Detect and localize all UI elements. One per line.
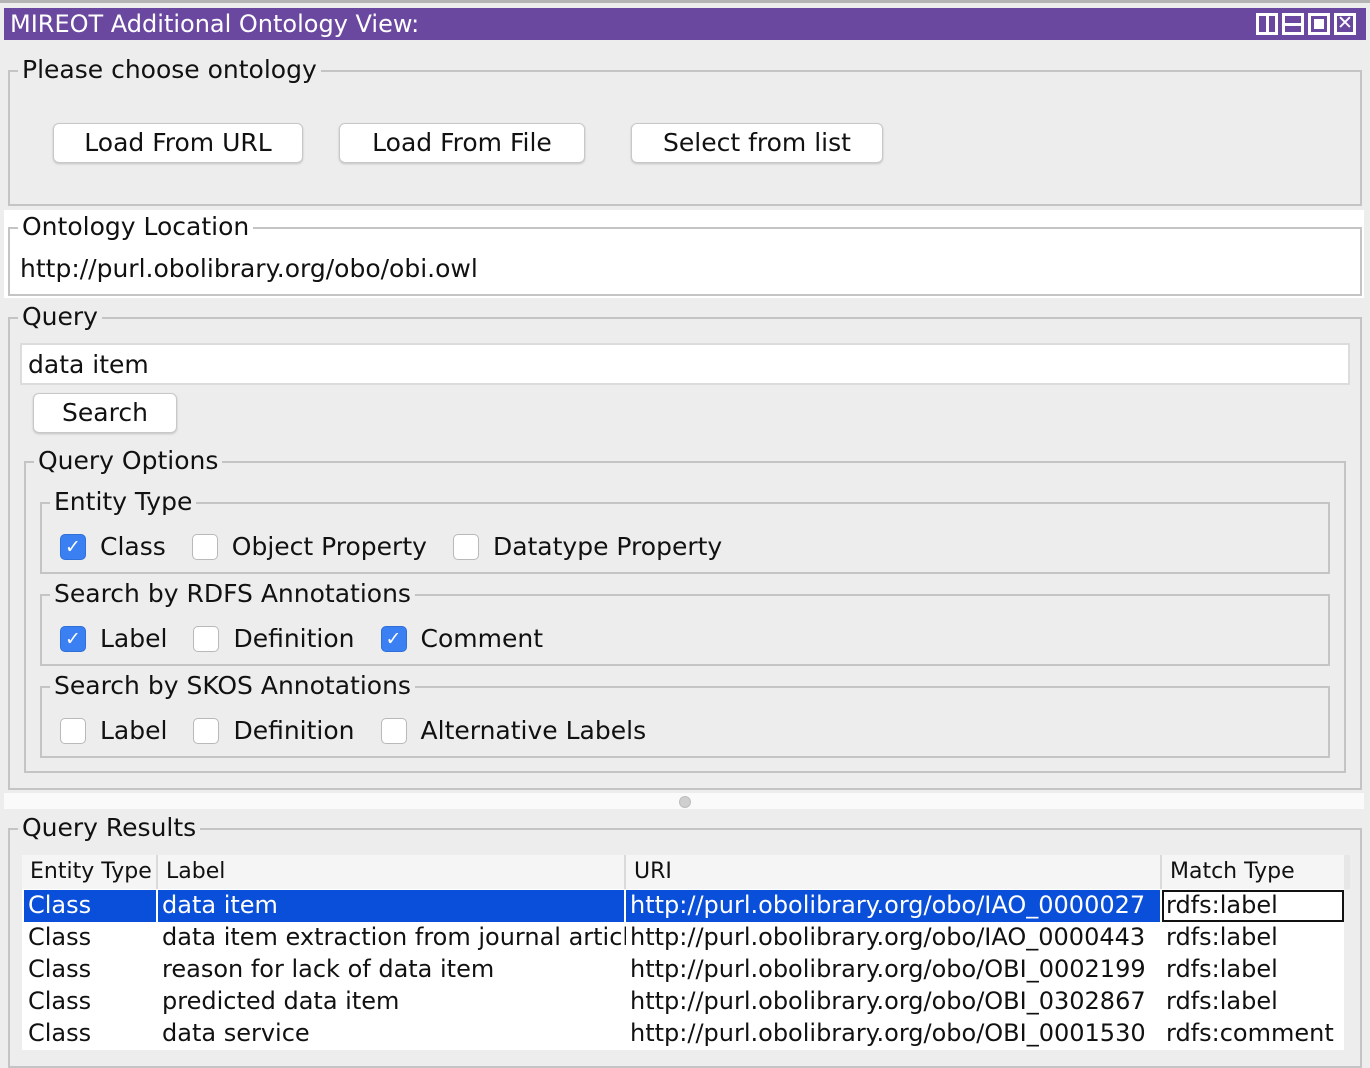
checkbox-label: Definition [233,624,355,653]
column-header-match-type[interactable]: Match Type [1162,855,1344,889]
load-from-url-button[interactable]: Load From URL [53,123,303,163]
search-button[interactable]: Search [33,393,177,433]
checkbox-label: Definition [233,716,355,745]
table-row[interactable]: Class data item extraction from journal a… [22,922,1344,954]
entity-type-datatype-property-checkbox[interactable]: Datatype Property [452,530,723,564]
rdfs-comment-checkbox[interactable]: Comment [380,622,544,656]
query-input[interactable] [20,343,1350,385]
close-icon[interactable]: ✕ [1334,13,1356,35]
maximize-icon[interactable] [1308,13,1330,35]
cell-uri[interactable]: http://purl.obolibrary.org/obo/OBI_00021… [626,954,1162,986]
choose-ontology-title: Please choose ontology [18,54,321,86]
query-options-title: Query Options [34,445,223,477]
checkbox-label: Object Property [231,532,427,561]
split-pane-divider[interactable] [4,793,1364,809]
query-results-title: Query Results [18,812,201,844]
window-top-border [0,0,1370,3]
table-row[interactable]: Class predicted data item http://purl.obol… [22,986,1344,1018]
checkbox-icon[interactable] [380,718,407,744]
cell-entity-type[interactable]: Class [24,986,158,1018]
cell-match-type[interactable]: rdfs:label [1162,922,1344,954]
skos-annotations-title: Search by SKOS Annotations [50,670,415,702]
entity-type-object-property-checkbox[interactable]: Object Property [191,530,427,564]
checkbox-icon[interactable] [60,534,86,560]
table-row[interactable]: Class data item http://purl.obolibrary.org… [22,890,1344,922]
cell-entity-type[interactable]: Class [24,890,158,922]
rdfs-label-checkbox[interactable]: Label [60,622,167,656]
rdfs-definition-checkbox[interactable]: Definition [193,622,355,656]
skos-definition-checkbox[interactable]: Definition [193,714,355,748]
query-title: Query [18,301,102,333]
checkbox-label: Alternative Labels [420,716,647,745]
entity-type-class-checkbox[interactable]: Class [60,530,166,564]
splitter-handle-icon[interactable] [679,796,691,808]
cell-label[interactable]: reason for lack of data item [158,954,626,986]
table-row[interactable]: Class data service http://purl.obolibrary.… [22,1018,1344,1050]
table-row[interactable]: Class reason for lack of data item http://… [22,954,1344,986]
checkbox-label: Datatype Property [492,532,723,561]
split-vertical-icon[interactable] [1256,13,1278,35]
skos-alternative-labels-checkbox[interactable]: Alternative Labels [380,714,647,748]
checkbox-icon[interactable] [193,718,220,744]
skos-options: Label Definition Alternative Labels [60,714,672,748]
column-header-entity-type[interactable]: Entity Type [22,855,158,889]
checkbox-label: Comment [420,624,544,653]
checkbox-label: Label [100,624,168,653]
column-separator [1160,890,1162,922]
checkbox-icon[interactable] [191,534,218,560]
cell-label[interactable]: data item [158,890,626,922]
view-title: MIREOT Additional Ontology View: [10,10,420,38]
results-table-header: Entity Type Label URI Match Type [22,855,1344,889]
cell-uri[interactable]: http://purl.obolibrary.org/obo/IAO_00000… [626,890,1162,922]
cell-label[interactable]: predicted data item [158,986,626,1018]
cell-uri[interactable]: http://purl.obolibrary.org/obo/OBI_03028… [626,986,1162,1018]
cell-match-type[interactable]: rdfs:label [1162,954,1344,986]
checkbox-label: Label [100,716,168,745]
view-controls: ✕ [1256,13,1356,35]
split-horizontal-icon[interactable] [1282,13,1304,35]
rdfs-options: Label Definition Comment [60,622,569,656]
checkbox-icon[interactable] [380,626,407,652]
cell-label[interactable]: data service [158,1018,626,1050]
load-from-file-button[interactable]: Load From File [339,123,585,163]
checkbox-icon[interactable] [60,626,86,652]
column-header-uri[interactable]: URI [626,855,1162,889]
checkbox-icon[interactable] [452,534,479,560]
cell-uri[interactable]: http://purl.obolibrary.org/obo/OBI_00015… [626,1018,1162,1050]
table-scrollbar[interactable] [1344,855,1350,889]
cell-entity-type[interactable]: Class [24,922,158,954]
checkbox-icon[interactable] [193,626,220,652]
checkbox-label: Class [100,532,166,561]
entity-type-options: Class Object Property Datatype Property [60,530,748,564]
results-table: Entity Type Label URI Match Type Class da… [22,855,1344,1050]
ontology-location-value: http://purl.obolibrary.org/obo/obi.owl [20,254,478,283]
skos-label-checkbox[interactable]: Label [60,714,167,748]
view-titlebar: MIREOT Additional Ontology View: ✕ [4,8,1366,40]
cell-entity-type[interactable]: Class [24,954,158,986]
cell-match-type[interactable]: rdfs:comment [1162,1018,1344,1050]
cell-entity-type[interactable]: Class [24,1018,158,1050]
cell-label[interactable]: data item extraction from journal articl… [158,922,626,954]
column-header-label[interactable]: Label [158,855,626,889]
cell-uri[interactable]: http://purl.obolibrary.org/obo/IAO_00004… [626,922,1162,954]
select-from-list-button[interactable]: Select from list [631,123,883,163]
column-separator [624,890,626,922]
cell-match-type[interactable]: rdfs:label [1162,890,1344,922]
rdfs-annotations-title: Search by RDFS Annotations [50,578,415,610]
checkbox-icon[interactable] [60,718,86,744]
column-separator [156,890,158,922]
ontology-location-title: Ontology Location [18,211,254,243]
entity-type-title: Entity Type [50,486,197,518]
cell-match-type[interactable]: rdfs:label [1162,986,1344,1018]
